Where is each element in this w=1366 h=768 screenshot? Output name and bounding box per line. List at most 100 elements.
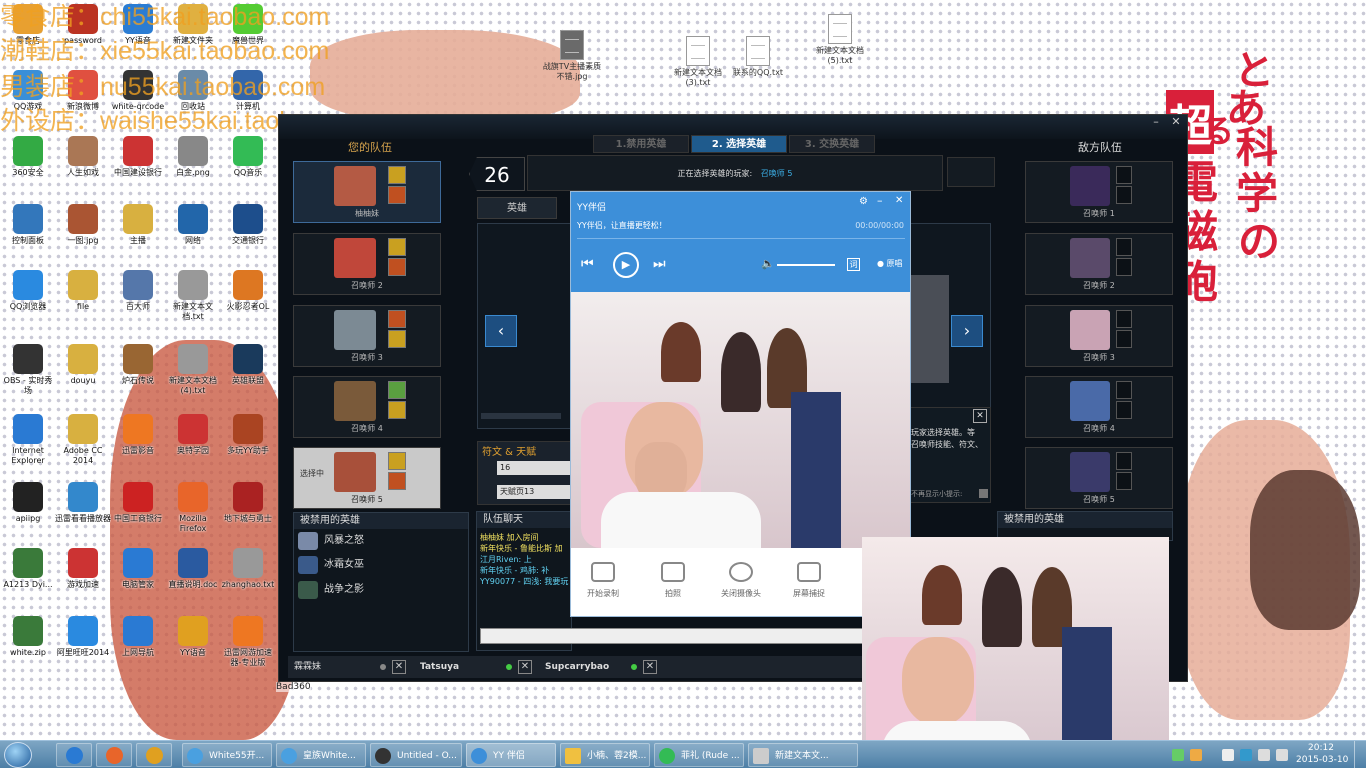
desktop-icon[interactable]: 游戏加速 [55, 544, 111, 610]
clock-date[interactable]: 2015-03-10 [1296, 755, 1348, 765]
desktop-icon[interactable]: 奥特学园 [165, 410, 221, 476]
desktop-file[interactable]: 战旗TV主播素质不错.jpg [540, 30, 604, 82]
pinned-firefox[interactable] [96, 743, 132, 767]
task-button[interactable]: Untitled - O... [370, 743, 462, 767]
desktop-file-label[interactable]: Bad360 [276, 682, 311, 692]
desktop-icon[interactable]: zhanghao.txt [220, 544, 276, 610]
desktop-file[interactable]: 联系的QQ.txt [728, 36, 788, 78]
task-button[interactable]: White55开... [182, 743, 272, 767]
desktop-icon[interactable]: 直播说明.doc [165, 544, 221, 610]
volume-slider[interactable] [777, 264, 835, 266]
champion-thumbnail[interactable] [911, 275, 949, 383]
my-team-slot-3[interactable]: 召唤师 3 [293, 305, 441, 367]
desktop-icon[interactable]: QQ浏览器 [0, 266, 56, 332]
desktop-icon[interactable]: QQ音乐 [220, 132, 276, 198]
scroll-left-button[interactable]: ‹ [485, 315, 517, 347]
desktop-icon[interactable]: 一图.jpg [55, 200, 111, 266]
yy-progress[interactable] [577, 238, 905, 239]
tray-icon[interactable] [1240, 749, 1252, 761]
desktop-icon[interactable]: Mozilla Firefox [165, 478, 221, 544]
hint-close-button[interactable]: ✕ [973, 409, 987, 423]
desktop-file[interactable]: 新建文本文档 (5).txt [810, 14, 870, 66]
remove-button[interactable]: ✕ [643, 659, 657, 674]
desktop-icon[interactable]: 新建文本文档 (4).txt [165, 340, 221, 406]
desktop-icon[interactable]: douyu [55, 340, 111, 406]
task-button[interactable]: 菲礼 (Rude ... [654, 743, 744, 767]
desktop-icon[interactable]: 新建文本文档.txt [165, 266, 221, 332]
close-button[interactable]: ✕ [895, 195, 903, 206]
desktop-icon[interactable]: file [55, 266, 111, 332]
chat-input[interactable] [480, 628, 864, 644]
gear-icon[interactable]: ⚙ [859, 196, 868, 207]
prev-track-icon[interactable]: ⏮ [581, 256, 594, 272]
desktop-file[interactable]: 新建文本文档 (3).txt [668, 36, 728, 88]
close-webcam-button[interactable]: 关闭摄像头 [711, 562, 771, 599]
lyrics-button[interactable]: 词 [847, 258, 860, 271]
desktop-icon[interactable]: 360安全 [0, 132, 56, 198]
snapshot-button[interactable]: 拍照 [643, 562, 703, 599]
volume-icon[interactable] [1276, 749, 1288, 761]
desktop-icon[interactable]: 英雄联盟 [220, 340, 276, 406]
hint-checkbox[interactable] [979, 489, 988, 498]
desktop-icon[interactable]: 百大师 [110, 266, 166, 332]
desktop-icon[interactable]: 交通银行 [220, 200, 276, 266]
scroll-right-button[interactable]: › [951, 315, 983, 347]
desktop-icon[interactable]: 炉石传说 [110, 340, 166, 406]
desktop-icon[interactable]: 控制面板 [0, 200, 56, 266]
start-button[interactable] [4, 742, 32, 768]
desktop-icon[interactable]: 主播 [110, 200, 166, 266]
desktop-icon[interactable]: Adobe CC 2014 [55, 410, 111, 476]
desktop-icon[interactable]: 地下城与勇士 [220, 478, 276, 544]
desktop-icon[interactable]: white.zip [0, 612, 56, 678]
volume-icon[interactable]: 🔈 [761, 257, 775, 270]
desktop-icon[interactable]: 白金.png [165, 132, 221, 198]
minimize-button[interactable]: – [877, 194, 883, 207]
pinned-ie[interactable] [56, 743, 92, 767]
my-team-slot-4[interactable]: 召唤师 4 [293, 376, 441, 438]
tab-champions[interactable]: 英雄 [477, 197, 557, 219]
record-button[interactable]: 开始录制 [573, 562, 633, 599]
grid-scrollbar[interactable] [481, 413, 561, 419]
desktop-icon[interactable]: 中国工商银行 [110, 478, 166, 544]
desktop-icon[interactable]: 阿里旺旺2014 [55, 612, 111, 678]
desktop-icon[interactable]: A1213 Dyi... [0, 544, 56, 610]
network-icon[interactable] [1258, 749, 1270, 761]
pinned-qq-game[interactable] [136, 743, 172, 767]
desktop-icon[interactable]: Internet Explorer [0, 410, 56, 476]
show-desktop-button[interactable] [1354, 741, 1366, 768]
desktop-icon[interactable]: 电脑管家 [110, 544, 166, 610]
my-team-slot-5[interactable]: 选择中 召唤师 5 [293, 447, 441, 509]
close-button[interactable]: ✕ [1167, 115, 1185, 129]
play-button[interactable]: ▶ [613, 252, 639, 278]
task-button[interactable]: 皇族White... [276, 743, 366, 767]
task-button[interactable]: 新建文本文... [748, 743, 858, 767]
desktop-icon[interactable]: 网络 [165, 200, 221, 266]
desktop-icon[interactable]: 迅雷影音 [110, 410, 166, 476]
tray-icon[interactable] [1190, 749, 1202, 761]
desktop-icon[interactable]: 多玩YY助手 [220, 410, 276, 476]
tray-icon[interactable] [1222, 749, 1234, 761]
desktop-icon[interactable]: 人生如戏 [55, 132, 111, 198]
task-button[interactable]: YY 伴侣 [466, 743, 556, 767]
desktop-icon[interactable]: 上网导航 [110, 612, 166, 678]
minimize-button[interactable]: – [1147, 115, 1165, 129]
my-team-slot-2[interactable]: 召唤师 2 [293, 233, 441, 295]
desktop-icon[interactable]: 迅雷网游加速器-专业版 [220, 612, 276, 678]
original-vocal-toggle[interactable]: ● 原唱 [877, 258, 903, 269]
my-team-slot-1[interactable]: 柚柚妹 [293, 161, 441, 223]
mastery-page-select[interactable]: 天赋页13 [497, 485, 577, 499]
desktop-icon[interactable]: apiipg [0, 478, 56, 544]
tray-icon[interactable] [1172, 749, 1184, 761]
remove-button[interactable]: ✕ [392, 659, 406, 674]
remove-button[interactable]: ✕ [518, 659, 532, 674]
rune-page-select[interactable]: 16 [497, 461, 577, 475]
desktop-icon[interactable]: YY语音 [165, 612, 221, 678]
next-track-icon[interactable]: ⏭ [653, 256, 666, 272]
task-button[interactable]: 小楠、蓉2模... [560, 743, 650, 767]
desktop-icon[interactable]: 中国建设银行 [110, 132, 166, 198]
clock-time[interactable]: 20:12 [1308, 743, 1334, 753]
screen-capture-button[interactable]: 屏幕捕捉 [779, 562, 839, 599]
desktop-icon[interactable]: 火影忍者OL [220, 266, 276, 332]
desktop-icon[interactable]: OBS - 实时秀场 [0, 340, 56, 406]
desktop-icon[interactable]: 迅雷看看播放器 [55, 478, 111, 544]
